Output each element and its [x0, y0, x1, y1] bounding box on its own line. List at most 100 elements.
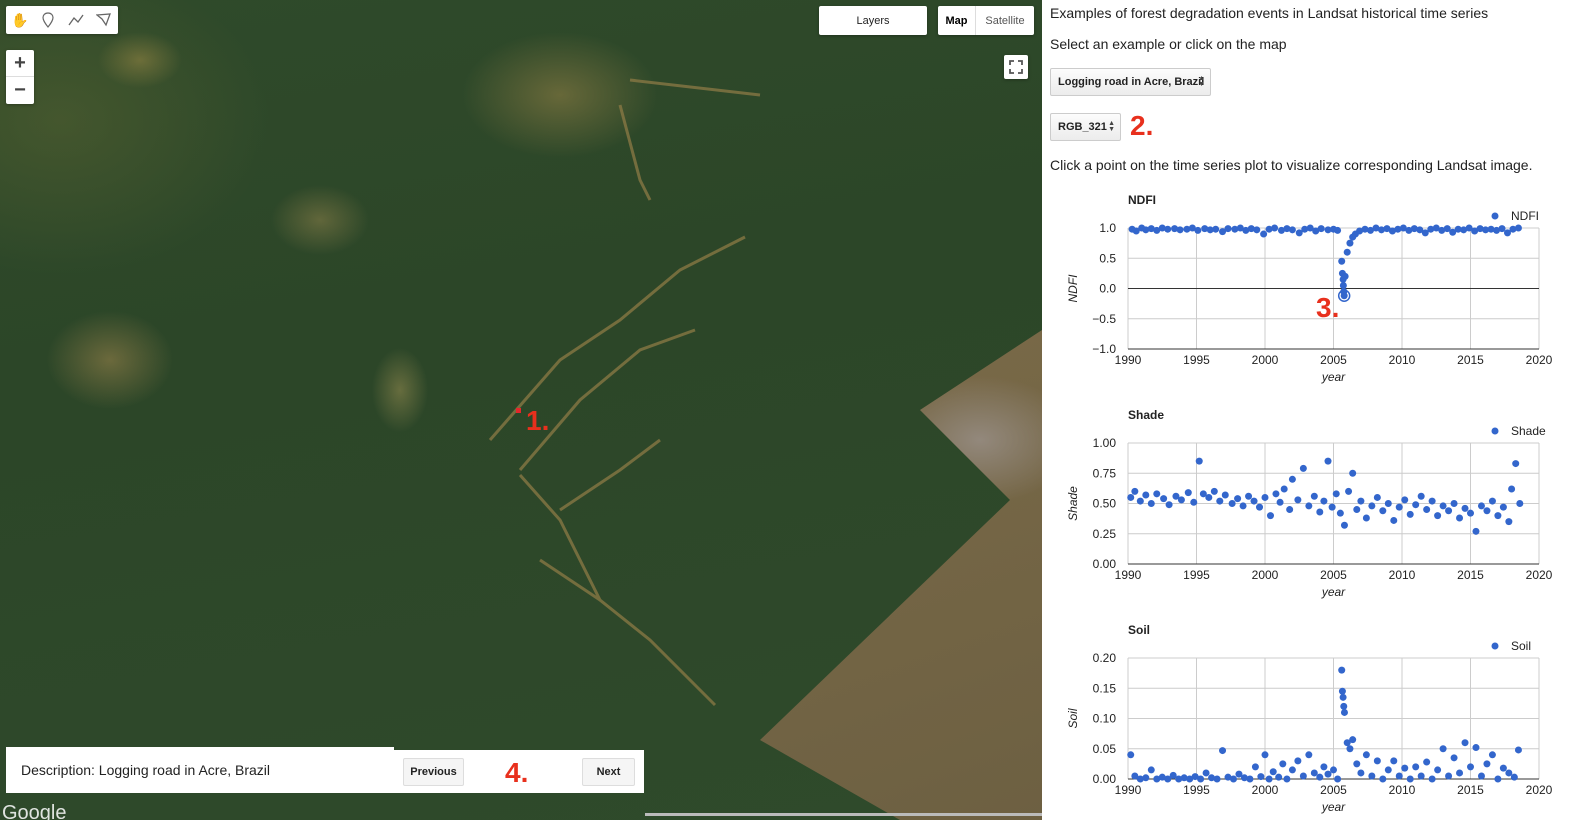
- zoom-in-button[interactable]: +: [6, 50, 34, 77]
- shade-chart[interactable]: Shade 1990 1995 2000 2005 2010 2015 2020 0.00 0.2…: [1047, 403, 1567, 603]
- y-tick-label: −1.0: [1092, 342, 1116, 356]
- data-point: [1194, 226, 1202, 234]
- next-button[interactable]: Next: [582, 758, 635, 786]
- drawing-toolbar: ✋: [6, 6, 118, 34]
- data-point: [1368, 502, 1376, 510]
- chart-title: NDFI: [1128, 193, 1156, 207]
- x-axis-label: year: [1321, 585, 1346, 599]
- data-point: [1338, 687, 1346, 695]
- data-point: [1286, 506, 1294, 514]
- annotation-1: 1.: [526, 405, 550, 436]
- data-point: [1334, 226, 1342, 234]
- example-select[interactable]: Logging road in Acre, Brazil ▲ ▼: [1050, 68, 1211, 96]
- data-point: [1257, 773, 1265, 781]
- data-point: [1269, 768, 1277, 776]
- data-point: [1288, 475, 1296, 483]
- data-point: [1261, 493, 1269, 501]
- data-point: [1320, 763, 1328, 771]
- previous-button[interactable]: Previous: [403, 758, 464, 786]
- data-point: [1461, 739, 1469, 747]
- data-point: [1477, 502, 1485, 510]
- data-point: [1345, 487, 1353, 495]
- soil-chart[interactable]: Soil 1990 1995 2000 2005 2010 2015 2020 0.00 0.05…: [1047, 618, 1567, 818]
- satellite-map[interactable]: ✋ + − Layers Map Satellite 1. Descriptio…: [0, 0, 1042, 820]
- data-point: [1260, 230, 1268, 238]
- data-point: [1505, 518, 1513, 526]
- data-point: [1250, 497, 1258, 505]
- zoom-control: + −: [6, 50, 34, 104]
- data-point: [1340, 292, 1348, 300]
- data-point: [1212, 225, 1220, 233]
- ndfi-chart[interactable]: NDFI 1990 1995 2000 2005 2010 2015 2020 −1.0 −0.5…: [1047, 188, 1567, 388]
- logging-roads: [488, 78, 761, 707]
- data-point: [1316, 508, 1324, 516]
- data-point: [1353, 760, 1361, 768]
- band-select[interactable]: RGB_321 ▲ ▼: [1050, 113, 1121, 141]
- data-point: [1472, 527, 1480, 535]
- data-point: [1514, 746, 1522, 754]
- data-point: [1276, 498, 1284, 506]
- data-point: [1340, 708, 1348, 716]
- data-point: [1339, 281, 1347, 289]
- data-point: [1505, 769, 1513, 777]
- data-point: [1265, 775, 1273, 783]
- data-point: [1417, 772, 1425, 780]
- chart-title: Shade: [1128, 408, 1164, 422]
- data-point: [1445, 772, 1453, 780]
- data-point: [1228, 500, 1236, 507]
- data-point: [1245, 492, 1253, 500]
- data-point: [1434, 512, 1442, 520]
- data-point: [1131, 487, 1139, 495]
- pin-icon[interactable]: [34, 6, 62, 34]
- y-axis-label: NDFI: [1066, 274, 1080, 303]
- x-tick-label: 2020: [1526, 353, 1553, 367]
- y-tick-label: 0.00: [1093, 557, 1117, 571]
- line-icon[interactable]: [62, 6, 90, 34]
- x-tick-label: 2010: [1389, 568, 1416, 582]
- data-point: [1324, 770, 1332, 778]
- data-point: [1310, 492, 1318, 500]
- data-point: [1127, 751, 1135, 759]
- data-point: [1283, 775, 1291, 783]
- x-tick-label: 2010: [1389, 783, 1416, 797]
- data-point: [1346, 745, 1354, 753]
- x-tick-label: 2015: [1457, 568, 1484, 582]
- data-point: [1213, 775, 1221, 783]
- data-point: [1412, 763, 1420, 771]
- data-point: [1373, 493, 1381, 501]
- y-tick-label: 0.10: [1093, 712, 1117, 726]
- fullscreen-button[interactable]: [1004, 55, 1028, 79]
- data-point: [1514, 224, 1522, 232]
- data-point: [1234, 495, 1242, 503]
- layers-button[interactable]: Layers: [819, 6, 927, 35]
- data-point: [1190, 498, 1198, 506]
- data-point: [1216, 497, 1224, 505]
- data-point: [1450, 500, 1458, 507]
- x-tick-label: 2000: [1252, 568, 1279, 582]
- data-point: [1136, 497, 1144, 505]
- data-point: [1401, 764, 1409, 772]
- data-point: [1197, 775, 1205, 783]
- x-tick-label: 2015: [1457, 353, 1484, 367]
- x-tick-label: 1995: [1183, 568, 1210, 582]
- data-point: [1349, 469, 1357, 477]
- data-point: [1328, 503, 1336, 511]
- data-point: [1177, 496, 1185, 504]
- data-point: [1373, 757, 1381, 765]
- map-type-satellite-button[interactable]: Satellite: [976, 6, 1034, 35]
- select-prompt: Select an example or click on the map: [1050, 36, 1287, 52]
- zoom-out-button[interactable]: −: [6, 77, 34, 104]
- polygon-icon[interactable]: [90, 6, 118, 34]
- x-tick-label: 2005: [1320, 783, 1347, 797]
- data-point: [1494, 775, 1502, 783]
- fullscreen-icon: [1009, 60, 1023, 74]
- map-type-map-button[interactable]: Map: [938, 6, 976, 35]
- data-point: [1229, 775, 1237, 783]
- select-arrows-icon: ▲ ▼: [1198, 75, 1205, 88]
- map-type-control: Map Satellite: [938, 6, 1034, 35]
- data-point: [1340, 702, 1348, 710]
- data-point: [1428, 497, 1436, 505]
- chart-title: Soil: [1128, 623, 1150, 637]
- hand-icon[interactable]: ✋: [6, 6, 34, 34]
- data-point: [1412, 501, 1420, 509]
